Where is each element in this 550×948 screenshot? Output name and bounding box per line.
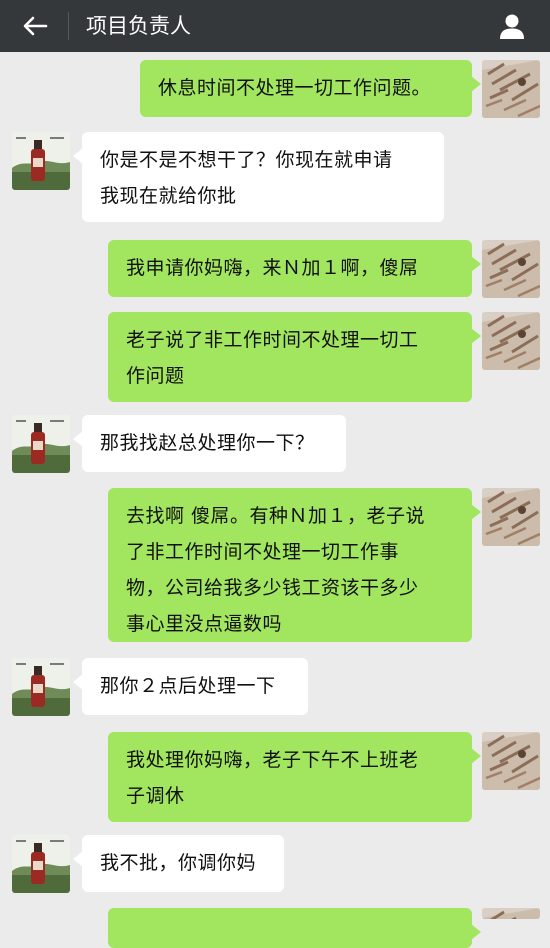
contact-avatar[interactable] [12,835,70,893]
my-avatar[interactable] [482,240,540,298]
cat-photo-icon [482,312,540,370]
back-arrow-icon [23,16,48,36]
message-line: 了非工作时间不处理一切工作事 [126,541,400,563]
my-avatar[interactable] [482,312,540,370]
contact-avatar[interactable] [12,658,70,716]
message-bubble-mine[interactable]: 去找啊 傻屌。有种Ｎ加１，老子说 了非工作时间不处理一切工作事 物，公司给我多少… [108,488,481,642]
message-line: 我处理你妈嗨，老子下午不上班老 [126,749,419,771]
contact-avatar[interactable] [12,415,70,473]
message-line: 物，公司给我多少钱工资该干多少 [126,577,419,599]
cat-photo-icon [482,908,540,919]
message-bubble-mine[interactable]: 我申请你妈嗨，来Ｎ加１啊，傻屌 [108,240,481,297]
message-line: 子调休 [126,785,185,807]
message-line: 我现在就给你批 [100,185,237,207]
my-avatar[interactable] [482,732,540,790]
message-line: 事心里没点逼数吗 [126,613,283,635]
bottle-photo-icon [12,132,70,190]
message-line: 那我找赵总处理你一下？ [100,432,315,454]
message-line: 老子说了非工作时间不处理一切工 [126,329,419,351]
bottle-photo-icon [12,658,70,716]
my-avatar[interactable] [482,908,540,919]
message-bubble-contact[interactable]: 你是不是不想干了？你现在就申请 我现在就给你批 [73,132,444,222]
cat-photo-icon [482,732,540,790]
message-line: 我申请你妈嗨，来Ｎ加１啊，傻屌 [126,257,419,279]
contact-avatar[interactable] [12,132,70,190]
message-line: 你是不是不想干了？你现在就申请 [100,149,393,171]
profile-button[interactable] [496,10,528,42]
cat-photo-icon [482,240,540,298]
header-divider [68,12,69,40]
message-line: 去找啊 傻屌。有种Ｎ加１，老子说 [126,505,426,527]
chat-header: 项目负责人 [0,0,550,52]
chat-area[interactable]: 休息时间不处理一切工作问题。 你是不是不想干了？你现在就申请 我现在就给你批 我… [0,52,550,948]
message-bubble-contact[interactable]: 那我找赵总处理你一下？ [73,415,346,472]
message-bubble-contact[interactable]: 我不批，你调你妈 [73,835,284,892]
message-line: 休息时间不处理一切工作问题。 [158,77,432,99]
cat-photo-icon [482,60,540,118]
bottle-photo-icon [12,415,70,473]
person-icon [500,14,524,39]
my-avatar[interactable] [482,60,540,118]
message-bubble-mine[interactable]: 我处理你妈嗨，老子下午不上班老 子调休 [108,732,481,822]
back-button[interactable] [18,10,52,42]
message-bubble-mine[interactable]: 休息时间不处理一切工作问题。 [140,60,481,117]
message-bubble-mine[interactable] [108,908,481,948]
message-bubble-contact[interactable]: 那你２点后处理一下 [73,658,308,715]
chat-title: 项目负责人 [86,14,191,38]
message-bubble-mine[interactable]: 老子说了非工作时间不处理一切工 作问题 [108,312,481,402]
message-line: 作问题 [126,365,185,387]
bottle-photo-icon [12,835,70,893]
message-line: 我不批，你调你妈 [100,852,257,874]
cat-photo-icon [482,488,540,546]
message-line: 那你２点后处理一下 [100,675,276,697]
my-avatar[interactable] [482,488,540,546]
